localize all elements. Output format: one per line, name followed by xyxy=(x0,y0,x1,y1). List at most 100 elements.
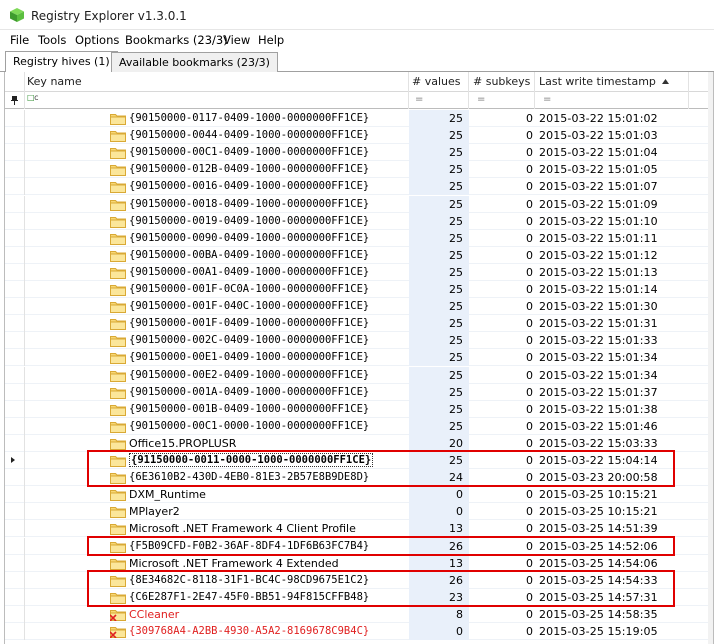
values-count-cell: 25 xyxy=(449,163,463,177)
values-count-cell: 25 xyxy=(449,129,463,143)
table-row[interactable]: {90150000-001F-0C0A-1000-0000000FF1CE} 25… xyxy=(5,281,710,298)
header-key-name[interactable]: Key name xyxy=(25,72,409,92)
menu-view[interactable]: View xyxy=(223,33,250,47)
timestamp-cell: 2015-03-22 15:01:30 xyxy=(539,300,658,314)
table-row[interactable]: {6E3610B2-430D-4EB0-81E3-2B57E8B9DE8D} 24… xyxy=(5,469,710,487)
filter-values[interactable]: = xyxy=(409,92,469,109)
table-row[interactable]: {F5B09CFD-F0B2-36AF-8DF4-1DF6B63FC7B4} 26… xyxy=(5,537,710,555)
table-row[interactable]: {90150000-0044-0409-1000-0000000FF1CE} 25… xyxy=(5,127,710,145)
filter-subkeys[interactable]: = xyxy=(469,92,535,109)
table-row[interactable]: {90150000-00BA-0409-1000-0000000FF1CE} 25… xyxy=(5,246,710,264)
values-count-cell: 25 xyxy=(449,112,463,125)
key-name-cell: {90150000-0018-0409-1000-0000000FF1CE} xyxy=(129,197,370,210)
timestamp-cell: 2015-03-22 15:03:33 xyxy=(539,436,658,450)
values-count-cell: 13 xyxy=(449,522,463,536)
table-row[interactable]: {90150000-0019-0409-1000-0000000FF1CE} 25… xyxy=(5,212,710,230)
key-name-cell: {90150000-012B-0409-1000-0000000FF1CE} xyxy=(129,163,370,176)
values-count-cell: 25 xyxy=(449,265,463,279)
menu-bookmarks[interactable]: Bookmarks (23/3) xyxy=(125,33,228,47)
table-row[interactable]: DXM_Runtime 0 0 2015-03-25 10:15:21 xyxy=(5,486,710,504)
filter-timestamp[interactable]: = xyxy=(535,92,689,109)
subkeys-count-cell: 0 xyxy=(526,146,533,160)
timestamp-cell: 2015-03-22 15:04:14 xyxy=(539,454,658,467)
values-count-cell: 25 xyxy=(449,283,463,296)
values-count-cell: 25 xyxy=(449,402,463,416)
menu-options[interactable]: Options xyxy=(75,33,119,47)
timestamp-cell: 2015-03-22 15:01:03 xyxy=(539,129,658,143)
table-row[interactable]: Microsoft .NET Framework 4 Extended 13 0 20… xyxy=(5,554,710,572)
key-name-cell: {90150000-00C1-0000-1000-0000000FF1CE} xyxy=(129,419,370,432)
key-name-cell: {90150000-0019-0409-1000-0000000FF1CE} xyxy=(129,214,370,227)
values-count-cell: 25 xyxy=(449,214,463,228)
table-row[interactable]: {90150000-001F-0409-1000-0000000FF1CE} 25… xyxy=(5,315,710,333)
folder-icon xyxy=(110,370,126,382)
header-subkeys[interactable]: # subkeys xyxy=(469,72,535,92)
menu-file[interactable]: File xyxy=(10,33,29,47)
menu-bar: File Tools Options Bookmarks (23/3) View… xyxy=(0,30,714,50)
header-values[interactable]: # values xyxy=(409,72,469,92)
key-name-cell: {90150000-001F-0409-1000-0000000FF1CE} xyxy=(129,317,370,330)
values-count-cell: 25 xyxy=(449,368,463,382)
row-indicator xyxy=(5,349,25,367)
key-name-cell: DXM_Runtime xyxy=(129,488,206,502)
timestamp-cell: 2015-03-23 20:00:58 xyxy=(539,471,658,485)
table-row[interactable]: {90150000-00E1-0409-1000-0000000FF1CE} 25… xyxy=(5,349,710,367)
header-timestamp[interactable]: Last write timestamp xyxy=(535,72,689,92)
row-indicator xyxy=(5,229,25,247)
filter-subkeys-eq: = xyxy=(477,94,486,105)
grid-rows: {90150000-0117-0409-1000-0000000FF1CE} 25… xyxy=(5,110,710,644)
sort-ascending-icon xyxy=(662,79,670,84)
subkeys-count-cell: 0 xyxy=(526,419,533,433)
table-row[interactable]: {C6E287F1-2E47-45F0-BB51-94F815CFFB48} 23… xyxy=(5,588,710,606)
table-row[interactable]: {90150000-00C1-0409-1000-0000000FF1CE} 25… xyxy=(5,144,710,162)
table-row[interactable]: {90150000-001B-0409-1000-0000000FF1CE} 25… xyxy=(5,400,710,418)
key-name-cell: {8E34682C-8118-31F1-BC4C-98CD9675E1C2} xyxy=(129,573,370,586)
values-count-cell: 26 xyxy=(449,573,463,587)
menu-help[interactable]: Help xyxy=(258,33,284,47)
values-count-cell: 25 xyxy=(449,454,463,467)
folder-icon xyxy=(110,148,126,160)
folder-icon xyxy=(110,438,126,450)
table-row[interactable]: MPlayer2 0 0 2015-03-25 10:15:21 xyxy=(5,503,710,521)
values-count-cell: 25 xyxy=(449,300,463,314)
row-indicator xyxy=(5,417,25,435)
table-row[interactable]: CCleaner 8 0 2015-03-25 14:58:35 xyxy=(5,605,710,623)
key-name-cell: {6E3610B2-430D-4EB0-81E3-2B57E8B9DE8D} xyxy=(129,471,370,484)
key-name-cell: {90150000-001A-0409-1000-0000000FF1CE} xyxy=(129,385,370,398)
row-indicator xyxy=(5,554,25,572)
row-indicator xyxy=(5,144,25,162)
timestamp-cell: 2015-03-22 15:01:38 xyxy=(539,402,658,416)
table-row[interactable]: {90150000-00C1-0000-1000-0000000FF1CE} 25… xyxy=(5,417,710,435)
table-row[interactable]: {309768A4-A2BB-4930-A5A2-8169678C9B4C} 0 0… xyxy=(5,623,710,640)
folder-icon xyxy=(110,319,126,331)
table-row[interactable]: {90150000-0117-0409-1000-0000000FF1CE} 25… xyxy=(5,110,710,127)
vertical-scrollbar[interactable] xyxy=(708,72,713,644)
menu-tools[interactable]: Tools xyxy=(38,33,66,47)
table-row[interactable]: {90150000-0018-0409-1000-0000000FF1CE} 25… xyxy=(5,195,710,213)
subkeys-count-cell: 0 xyxy=(526,129,533,143)
table-row[interactable]: {90150000-0016-0409-1000-0000000FF1CE} 25… xyxy=(5,178,710,196)
row-indicator xyxy=(5,195,25,213)
table-row[interactable]: {8E34682C-8118-31F1-BC4C-98CD9675E1C2} 26… xyxy=(5,571,710,589)
values-count-cell: 25 xyxy=(449,231,463,245)
table-row[interactable]: {90150000-002C-0409-1000-0000000FF1CE} 25… xyxy=(5,332,710,350)
filter-key-name[interactable]: □c xyxy=(25,92,409,109)
subkeys-count-cell: 0 xyxy=(526,505,533,519)
tab-registry-hives[interactable]: Registry hives (1) xyxy=(5,51,118,72)
tab-available-bookmarks[interactable]: Available bookmarks (23/3) xyxy=(111,52,278,72)
table-row[interactable]: Office15.PROPLUSR 20 0 2015-03-22 15:03:33 xyxy=(5,434,710,452)
folder-icon xyxy=(110,131,126,143)
key-name-cell: {90150000-0117-0409-1000-0000000FF1CE} xyxy=(129,112,370,124)
table-row[interactable]: {90150000-012B-0409-1000-0000000FF1CE} 25… xyxy=(5,161,710,179)
key-name-cell: {90150000-0044-0409-1000-0000000FF1CE} xyxy=(129,129,370,142)
table-row[interactable]: Microsoft .NET Framework 4 Client Profil… xyxy=(5,520,710,538)
window-titlebar: Registry Explorer v1.3.0.1 xyxy=(0,0,714,30)
table-row[interactable]: {90150000-00E2-0409-1000-0000000FF1CE} 25… xyxy=(5,366,710,384)
table-row[interactable]: {90150000-001F-040C-1000-0000000FF1CE} 25… xyxy=(5,298,710,316)
table-row[interactable]: {90150000-0090-0409-1000-0000000FF1CE} 25… xyxy=(5,229,710,247)
table-row[interactable]: {91150000-0011-0000-1000-0000000FF1CE} 25… xyxy=(5,452,710,469)
table-row[interactable]: {90150000-00A1-0409-1000-0000000FF1CE} 25… xyxy=(5,263,710,281)
table-row[interactable]: {90150000-001A-0409-1000-0000000FF1CE} 25… xyxy=(5,383,710,401)
timestamp-cell: 2015-03-25 14:54:33 xyxy=(539,573,658,587)
key-name-cell: {C6E287F1-2E47-45F0-BB51-94F815CFFB48} xyxy=(129,590,370,603)
